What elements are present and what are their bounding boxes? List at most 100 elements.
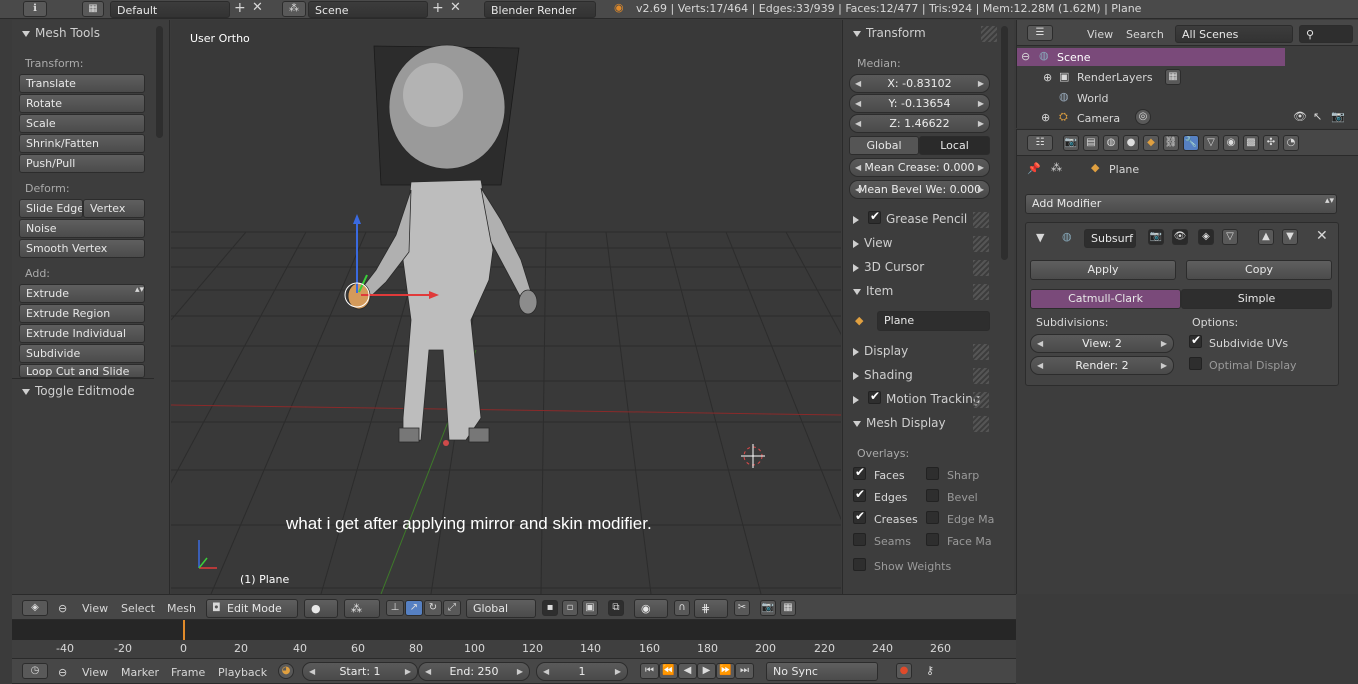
modifier-render-icon[interactable]: 📷 — [1148, 229, 1164, 245]
global-toggle[interactable]: Global — [849, 136, 919, 155]
add-layout-button[interactable]: + — [234, 0, 246, 16]
translate-manipulator-icon[interactable]: ↗ — [405, 600, 423, 616]
scene-expand-icon[interactable]: ⊖ — [1021, 50, 1030, 63]
selectability-cursor-icon[interactable]: ↖ — [1313, 110, 1322, 123]
texture-tab-icon[interactable]: ▩ — [1243, 135, 1259, 151]
proportional-edit-selector[interactable]: ◉ — [634, 599, 668, 618]
3d-view-editor-icon[interactable]: ◈ — [22, 600, 48, 616]
outliner-search-field[interactable]: ⚲ — [1299, 25, 1353, 43]
subdivide-button[interactable]: Subdivide — [19, 344, 145, 363]
mesh-display-header[interactable]: Mesh Display — [853, 416, 946, 430]
add-scene-button[interactable]: + — [432, 0, 444, 16]
properties-editor-icon[interactable]: ☷ — [1027, 135, 1053, 151]
world-tab-icon[interactable]: ● — [1123, 135, 1139, 151]
toggle-editmode-header[interactable]: Toggle Editmode — [22, 384, 135, 398]
data-tab-icon[interactable]: ▽ — [1203, 135, 1219, 151]
sync-mode-selector[interactable]: No Sync — [766, 662, 878, 681]
extrude-individual-button[interactable]: Extrude Individual — [19, 324, 145, 343]
object-tab-icon[interactable]: ◆ — [1143, 135, 1159, 151]
render-engine-selector[interactable]: Blender Render — [484, 1, 596, 18]
jump-keyframe-forward-icon[interactable]: ⏩ — [716, 663, 735, 679]
modifier-name-field[interactable]: Subsurf — [1084, 229, 1136, 248]
play-reverse-icon[interactable]: ◀ — [678, 663, 697, 679]
motion-tracking-checkbox[interactable] — [868, 389, 881, 404]
subdivide-uvs-checkbox[interactable] — [1189, 333, 1202, 348]
outliner-renderlayers-label[interactable]: RenderLayers — [1077, 71, 1153, 84]
opengl-render-icon[interactable]: 📷 — [760, 600, 776, 616]
pin-icon[interactable]: 📌 — [1027, 162, 1041, 175]
snap-element-selector[interactable]: ⋕ — [694, 599, 728, 618]
seams-checkbox[interactable] — [853, 533, 866, 546]
remove-modifier-icon[interactable]: ✕ — [1316, 228, 1328, 244]
catmull-clark-toggle[interactable]: Catmull-Clark — [1030, 289, 1181, 309]
motion-tracking-grip[interactable] — [973, 392, 989, 408]
manipulator-toggle-icon[interactable]: ⊥ — [386, 600, 404, 616]
face-marks-checkbox[interactable] — [926, 533, 939, 546]
play-icon[interactable]: ▶ — [697, 663, 716, 679]
move-up-icon[interactable]: ▲ — [1258, 229, 1274, 245]
modifier-viewport-icon[interactable]: 👁 — [1172, 229, 1188, 245]
transform-panel-header[interactable]: Transform — [853, 26, 926, 40]
mesh-tools-header[interactable]: Mesh Tools — [22, 26, 100, 40]
extrude-region-button[interactable]: Extrude Region — [19, 304, 145, 323]
constraints-tab-icon[interactable]: ⛓ — [1163, 135, 1179, 151]
display-panel-header[interactable]: Display — [853, 344, 908, 358]
render-layers-tab-icon[interactable]: ▤ — [1083, 135, 1099, 151]
item-name-field[interactable]: Plane — [877, 311, 990, 331]
outliner-view-menu[interactable]: View — [1087, 28, 1113, 41]
timeline-collapse-icon[interactable]: ⊖ — [58, 666, 67, 679]
median-z-field[interactable]: ◀ Z: 1.46622 ▶ — [849, 114, 990, 133]
outliner-search-menu[interactable]: Search — [1126, 28, 1164, 41]
add-modifier-dropdown[interactable]: Add Modifier — [1025, 194, 1337, 214]
outliner-scope-selector[interactable]: All Scenes — [1175, 25, 1293, 43]
mean-crease-field[interactable]: ◀ Mean Crease: 0.000 ▶ — [849, 158, 990, 177]
camera-data-icon[interactable]: ◎ — [1135, 109, 1151, 125]
scale-manipulator-icon[interactable]: ⤢ — [443, 600, 461, 616]
outliner-camera-label[interactable]: Camera — [1077, 112, 1120, 125]
scene-icon[interactable]: ⁂ — [282, 1, 306, 17]
viewport-shading-selector[interactable]: ● — [304, 599, 338, 618]
modifiers-tab-icon[interactable]: 🔧 — [1183, 135, 1199, 151]
delete-scene-button[interactable]: ✕ — [450, 0, 461, 15]
transform-orientation-selector[interactable]: Global — [466, 599, 536, 618]
grease-pencil-grip[interactable] — [973, 212, 989, 228]
modifier-collapse-icon[interactable]: ▼ — [1036, 231, 1044, 244]
limit-selection-icon[interactable]: ⧉ — [608, 600, 624, 616]
outliner-world-label[interactable]: World — [1077, 92, 1109, 105]
info-icon[interactable]: ℹ — [23, 1, 47, 17]
opengl-anim-icon[interactable]: ▦ — [780, 600, 796, 616]
smooth-vertex-button[interactable]: Smooth Vertex — [19, 239, 145, 258]
shading-grip[interactable] — [973, 368, 989, 384]
renderability-camera-icon[interactable]: 📷 — [1331, 110, 1345, 123]
motion-tracking-header[interactable] — [853, 392, 864, 406]
move-down-icon[interactable]: ▼ — [1282, 229, 1298, 245]
scene-selector[interactable]: Scene — [308, 1, 428, 18]
edges-checkbox[interactable] — [853, 487, 866, 502]
extrude-button[interactable]: Extrude — [19, 284, 145, 303]
rotate-manipulator-icon[interactable]: ↻ — [424, 600, 442, 616]
bevel-checkbox[interactable] — [926, 489, 939, 502]
grease-pencil-header[interactable] — [853, 212, 864, 226]
material-tab-icon[interactable]: ◉ — [1223, 135, 1239, 151]
layout-selector[interactable]: Default — [110, 1, 230, 18]
modifier-editmode-icon[interactable]: ◈ — [1198, 229, 1214, 245]
jump-start-icon[interactable]: ⏮ — [640, 663, 659, 679]
auto-keyframe-icon[interactable]: ● — [896, 663, 912, 679]
item-panel-header[interactable]: Item — [853, 284, 893, 298]
mesh-display-grip[interactable] — [973, 416, 989, 432]
slide-vertex-button[interactable]: Vertex — [83, 199, 145, 218]
view-menu[interactable]: View — [82, 602, 108, 615]
rotate-button[interactable]: Rotate — [19, 94, 145, 113]
mean-bevel-field[interactable]: ◀ Mean Bevel We: 0.000 ▶ — [849, 180, 990, 199]
preview-range-icon[interactable]: ◕ — [278, 663, 294, 679]
3d-cursor-grip[interactable] — [973, 260, 989, 276]
timeline-view-menu[interactable]: View — [82, 666, 108, 679]
pivot-point-selector[interactable]: ⁂ — [344, 599, 380, 618]
loop-cut-button[interactable]: Loop Cut and Slide — [19, 364, 145, 378]
header-collapse-icon[interactable]: ⊖ — [58, 602, 67, 615]
translate-button[interactable]: Translate — [19, 74, 145, 93]
start-frame-field[interactable]: ◀ Start: 1 ▶ — [302, 662, 418, 681]
faces-checkbox[interactable] — [853, 465, 866, 480]
snap-toggle-icon[interactable]: ∩ — [674, 600, 690, 616]
view-levels-field[interactable]: ◀ View: 2 ▶ — [1030, 334, 1174, 353]
